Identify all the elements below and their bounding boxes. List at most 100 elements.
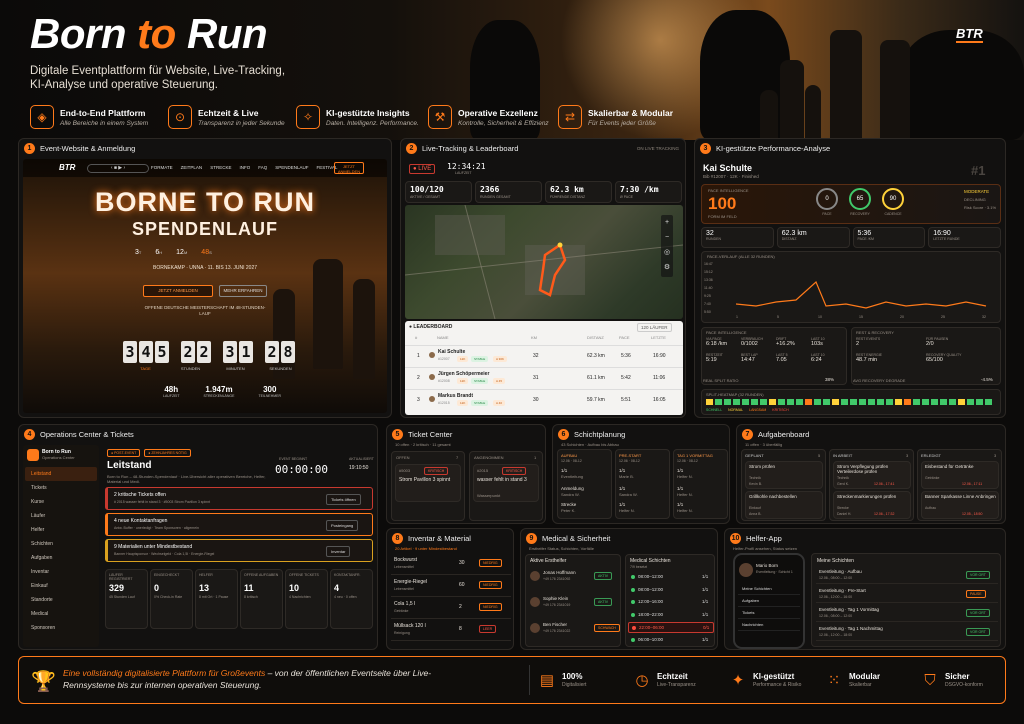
my-shift-item[interactable]: Eventleitung · Aufbau 12.06., 08:00 – 12:…: [816, 567, 998, 584]
inventory-item[interactable]: Energie-Riegel Lebensmittel 60 NIEDRIG: [391, 577, 511, 597]
sidebar-item[interactable]: Leitstand: [25, 467, 97, 481]
table-row[interactable]: 3 Markus Brandt #12015 12K STABLE A 40 30 59.7 …: [405, 389, 683, 409]
panel-task-board: 7 Aufgabenboard 11 offen · 3 überfällig G…: [736, 424, 1006, 524]
runner-silhouette: [760, 90, 778, 140]
status-tag: ● POST-EVENT: [107, 449, 141, 457]
task-card[interactable]: Strom prüfen Technik Kevin B.: [745, 461, 823, 489]
shift-worker: Sandra W.: [561, 492, 580, 497]
alert-action-button[interactable]: Inventar: [326, 546, 351, 557]
medical-shift[interactable]: 22:00–06:00 0/1: [628, 622, 714, 633]
medical-shift[interactable]: 18:00–22:00 1/1: [628, 610, 714, 621]
alert-action-button[interactable]: Posteingang: [326, 520, 359, 531]
medical-shifts-sub: 7/9 besetzt: [630, 565, 648, 569]
phone-menu-item[interactable]: Tickets: [738, 607, 800, 619]
ops-alert[interactable]: 4 neue Kontaktanfragen Antw. Buffer · une…: [105, 513, 373, 536]
shift-slot: 1/1: [677, 502, 684, 507]
heatmap-cell: [715, 399, 722, 405]
stat-sub: 4 Nachrichten: [289, 595, 311, 599]
sidebar-item[interactable]: Aufgaben: [25, 551, 97, 565]
shift-worker: Helfer N.: [677, 508, 693, 513]
ops-alert[interactable]: 9 Materialien unter Mindestbestand Banner…: [105, 539, 373, 562]
live-icon: ⊙: [168, 105, 192, 129]
sidebar-item[interactable]: Kurse: [25, 495, 97, 509]
first-aider[interactable]: Ben Fischer +49 176 2341022 SCHWACH: [528, 620, 620, 644]
ops-nav: Leitstand Tickets Kurse Läufer Helfer Schicht…: [25, 467, 97, 635]
medical-shift[interactable]: 12:00–16:00 1/1: [628, 597, 714, 608]
table-row[interactable]: 1 Kai Schulte #12007 12K STABLE A 30K 32 62.3 k…: [405, 345, 683, 365]
site-nav-link[interactable]: INFO: [239, 165, 250, 170]
alert-action-button[interactable]: Tickets öffnen: [326, 494, 361, 505]
row-pace: 5:51: [621, 397, 631, 403]
task-card[interactable]: Streckenmarkierungen prüfen Strecke Daniel…: [833, 491, 911, 519]
kpi-value: 16:90: [933, 230, 951, 237]
person-status: AKTIV: [594, 598, 613, 606]
medical-shift[interactable]: 08:00–12:00 1/1: [628, 572, 714, 583]
ops-alert[interactable]: 2 kritische Tickets offen # 2015 wasser f…: [105, 487, 373, 510]
site-nav-link[interactable]: ZEITPLAN: [181, 165, 203, 170]
panel-title: Schichtplanung: [574, 429, 626, 439]
footer-feature: ⛉ Sicher DSGVO-konform: [913, 665, 1009, 695]
ticket-id: #5003: [399, 468, 411, 473]
countdown-digits: 345223128: [123, 341, 303, 363]
shift-status-button[interactable]: VOR ORT: [966, 628, 990, 636]
task-card[interactable]: Banner Sparkasse Linne Anbringen Aufbau 12…: [921, 491, 999, 519]
phone-menu-item[interactable]: Meine Schichten: [738, 583, 800, 595]
leaderboard-column: KM: [531, 335, 537, 340]
shift-status-button[interactable]: VOR ORT: [966, 609, 990, 617]
sidebar-item[interactable]: Helfer: [25, 523, 97, 537]
stat-item: 300 TEILNEHMER: [258, 385, 281, 398]
map-zoom-controls[interactable]: + − ◎ ⚙: [661, 215, 673, 277]
ticket-location: Wasserpunkt: [477, 493, 501, 498]
phone-menu-item[interactable]: Nachrichten: [738, 619, 800, 631]
register-button[interactable]: JETZT ANMELDEN: [143, 285, 213, 297]
sidebar-item[interactable]: Tickets: [25, 481, 97, 495]
metric: BEST LAP 14:47: [741, 353, 758, 363]
nav-register-button[interactable]: JETZT ANMELDEN: [334, 162, 364, 174]
medical-shift[interactable]: 08:00–12:00 1/1: [628, 585, 714, 596]
panel-number: 9: [526, 532, 537, 544]
phone-mockup: Mario Born Eventleitung · Schicht 1 Mein…: [733, 553, 805, 649]
sidebar-item[interactable]: Sponsoren: [25, 621, 97, 635]
shift-worker: Eventleitung: [561, 474, 584, 479]
inventory-item[interactable]: Cola 1,5 l Getränke 2 NIEDRIG: [391, 599, 511, 619]
task-card[interactable]: Grillkohle nachbestellen Einkauf Anna B.: [745, 491, 823, 519]
my-shift-item[interactable]: Eventleitung · Tag 1 Vormittag 12.06., 08…: [816, 605, 998, 622]
risk-trend: DECLINING: [964, 197, 986, 202]
site-logo[interactable]: BTR: [59, 163, 75, 172]
first-aider[interactable]: Sophie Klein +49 176 2341019 AKTIV: [528, 594, 620, 618]
media-controls[interactable]: ‹ ■ ▶ ›: [87, 164, 149, 173]
shift-column-title: PRE-START: [619, 453, 642, 458]
ticket-card[interactable]: #5003 KRITISCH Strom Pavillon 3 spinnt: [395, 464, 461, 502]
my-shift-item[interactable]: Eventleitung · Pre-Start 12.06., 12:00 – …: [816, 586, 998, 603]
site-nav-link[interactable]: FORMATE: [151, 165, 173, 170]
sidebar-item[interactable]: Läufer: [25, 509, 97, 523]
kpi-value: 32: [706, 230, 714, 237]
ring-label: RECOVERY: [850, 212, 870, 216]
first-aider[interactable]: Jonas Hoffmann +49 176 2341092 AKTIV: [528, 568, 620, 592]
site-nav-link[interactable]: SPENDENLAUF: [275, 165, 308, 170]
learn-more-button[interactable]: MEHR ERFAHREN: [219, 285, 267, 297]
panel-shift-planning: 6 Schichtplanung 43 Schichten · Aufbau bi…: [552, 424, 730, 524]
site-nav-link[interactable]: FAQ: [258, 165, 267, 170]
shift-status-button[interactable]: VOR ORT: [966, 571, 990, 579]
my-shift-item[interactable]: Eventleitung · Tag 1 Nachmittag 12.06., 1…: [816, 624, 998, 641]
task-card[interactable]: Strom Verpflegung prüfen Verteilerdose p…: [833, 461, 911, 489]
table-row[interactable]: 2 Jürgen Schöpermeier #12008 12K STABLE A 45 3…: [405, 367, 683, 387]
inventory-item[interactable]: Bockwurst Lebensmittel 30 NIEDRIG: [391, 555, 511, 575]
site-nav-link[interactable]: STRECKE: [210, 165, 231, 170]
task-assignee: Daniel H.: [837, 512, 852, 516]
phone-menu-item[interactable]: Aufgaben: [738, 595, 800, 607]
sidebar-item[interactable]: Einkauf: [25, 579, 97, 593]
sidebar-item[interactable]: Inventar: [25, 565, 97, 579]
ticket-card[interactable]: #2015 KRITISCH wasser fehlt in stand 3 W…: [473, 464, 539, 502]
tracking-map[interactable]: + − ◎ ⚙: [405, 205, 683, 319]
sidebar-item[interactable]: Schichten: [25, 537, 97, 551]
heatmap-cell: [877, 399, 884, 405]
x-tick: 10: [818, 315, 822, 319]
medical-shift[interactable]: 06:00–10:00 1/1: [628, 635, 714, 646]
sidebar-item[interactable]: Medical: [25, 607, 97, 621]
sidebar-item[interactable]: Standorte: [25, 593, 97, 607]
inventory-item[interactable]: Müllsack 120 l Reinigung 8 LEER: [391, 621, 511, 641]
shift-status-button[interactable]: PAUSE: [966, 590, 986, 598]
task-card[interactable]: Eisbestand für Getränke Getränke 12.06., 1…: [921, 461, 999, 489]
